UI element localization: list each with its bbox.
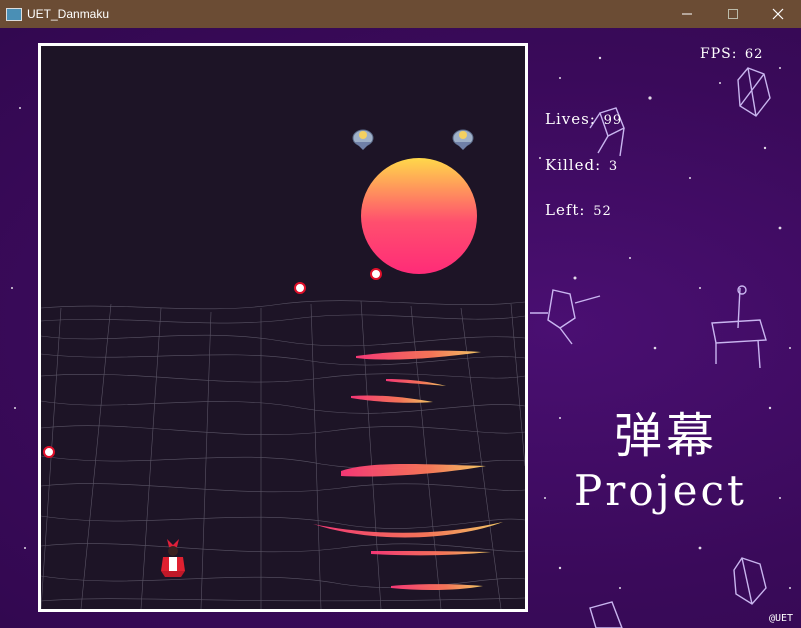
sun-orb (361, 158, 477, 274)
credit-text: @UET (769, 613, 794, 624)
fps-label: FPS: (700, 46, 738, 62)
round-bullet (370, 268, 382, 280)
crystal-constellation (737, 67, 771, 117)
left-value: 52 (593, 204, 612, 219)
left-label: Left: (545, 201, 586, 219)
maximize-icon (728, 9, 738, 19)
close-button[interactable] (755, 0, 801, 28)
app-icon (6, 8, 22, 21)
round-bullet (43, 446, 55, 458)
lives-label: Lives: (545, 110, 596, 128)
fragment-constellation (589, 601, 623, 628)
fairy-sprite (452, 129, 474, 150)
fps-counter: FPS: 62 (700, 46, 763, 62)
left-counter: Left: 52 (545, 201, 612, 219)
killed-counter: Killed: 3 (545, 156, 618, 174)
fps-value: 62 (744, 47, 764, 62)
killed-value: 3 (608, 159, 619, 174)
window-title: UET_Danmaku (27, 7, 110, 21)
window-titlebar: UET_Danmaku (0, 0, 801, 28)
game-stage: FPS: 62 Lives: 99 Killed: 3 Left: 52 弹幕 … (0, 28, 801, 628)
wireframe-terrain (41, 300, 525, 609)
table-constellation (711, 319, 767, 344)
enemy-bullets (43, 268, 382, 458)
round-bullet (294, 282, 306, 294)
lives-value: 99 (603, 113, 623, 128)
minimize-icon (682, 13, 692, 15)
sun-reflection (313, 350, 503, 591)
lives-counter: Lives: 99 (545, 110, 622, 128)
logo-chinese-title: 弹幕 (614, 408, 719, 464)
lantern-constellation (547, 289, 576, 329)
minimize-button[interactable] (664, 0, 710, 28)
play-field[interactable] (38, 43, 528, 612)
maximize-button[interactable] (710, 0, 756, 28)
play-field-scene (41, 129, 525, 609)
shrine-maiden-sprite (161, 539, 185, 577)
logo-english-title: Project (574, 466, 747, 515)
close-icon (772, 8, 784, 20)
fairy-sprite (352, 129, 374, 150)
killed-label: Killed: (545, 156, 602, 174)
